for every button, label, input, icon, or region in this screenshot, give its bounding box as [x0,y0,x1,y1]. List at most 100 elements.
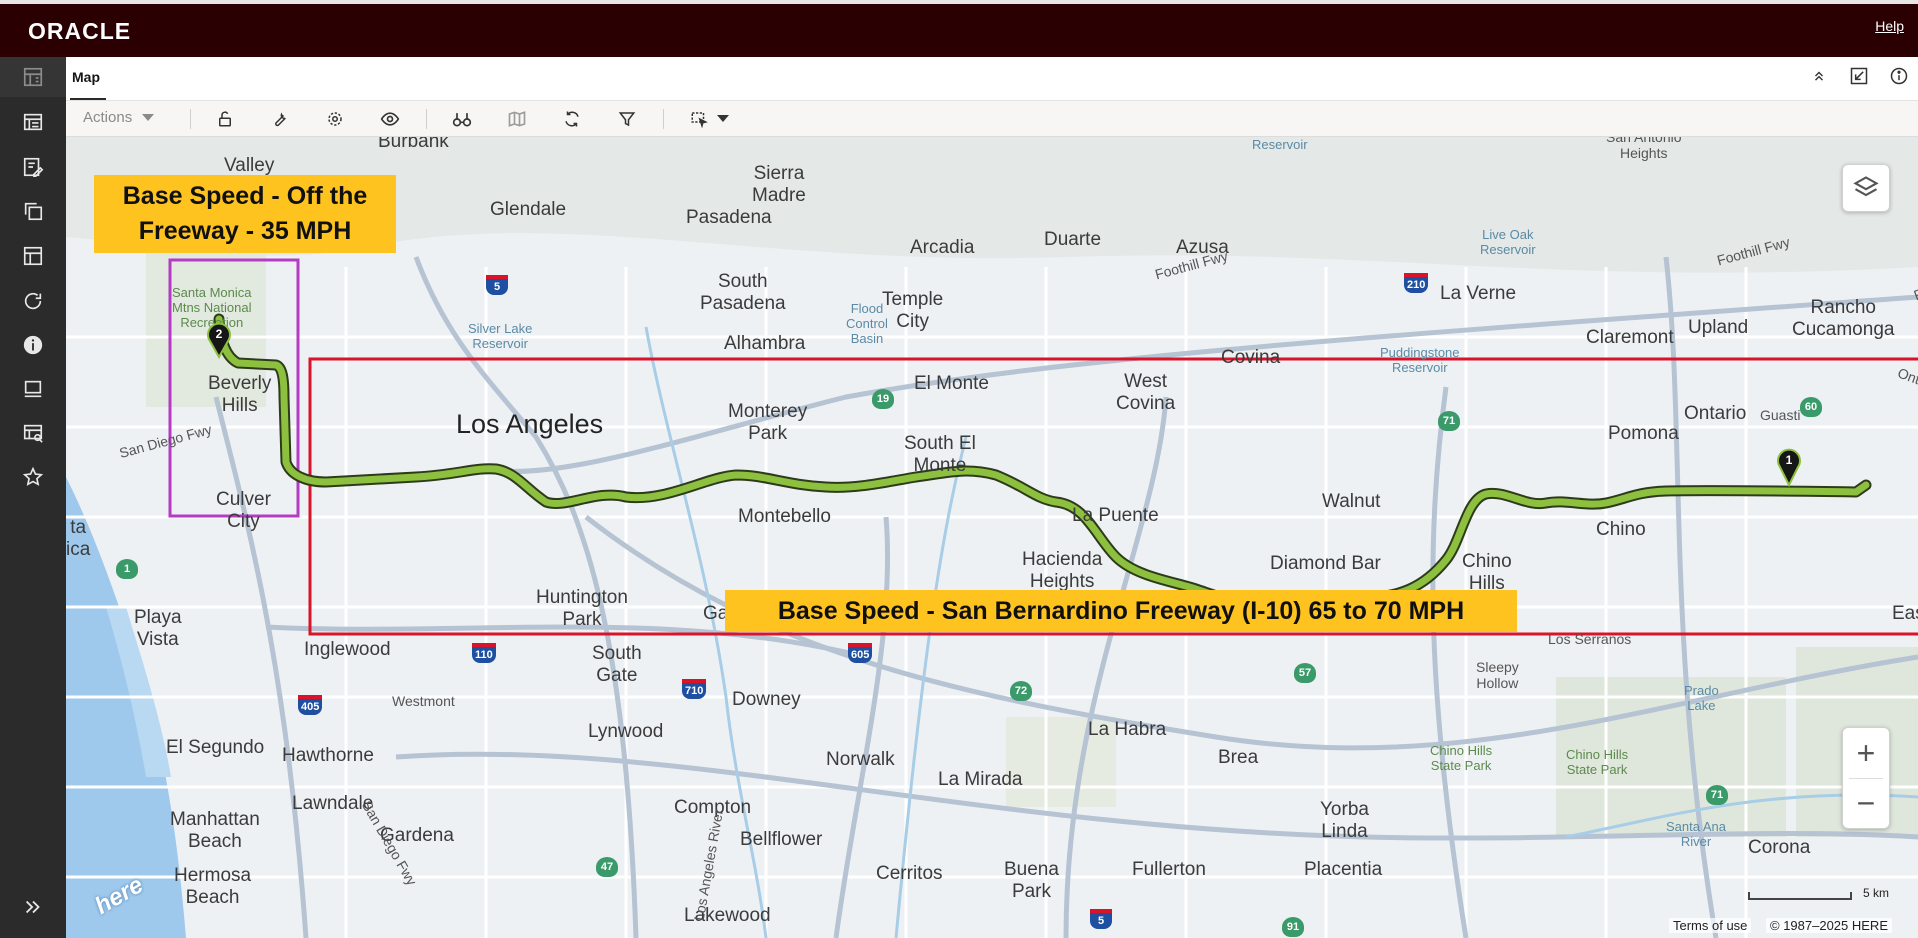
zoom-in-button[interactable]: + [1843,728,1889,778]
expand-rail-icon[interactable] [19,893,47,921]
place-label: Chino [1596,519,1646,540]
edit-document-icon[interactable] [19,153,47,181]
callout-off-freeway: Base Speed - Off the Freeway - 35 MPH [94,175,396,253]
place-label: Westmont [392,693,455,709]
callout-off-freeway-text: Base Speed - Off the Freeway - 35 MPH [122,182,368,245]
place-label: Hacienda Heights [1022,549,1103,592]
place-label: Chino Hills State Park [1430,743,1493,773]
highway-shield: 110 [472,643,496,663]
place-label: Playa Vista [134,607,182,650]
pop-out-icon[interactable] [1848,65,1870,87]
place-label: West Covina [1116,371,1176,414]
highway-shield: 91 [1282,917,1304,937]
place-label: Pasadena [686,207,772,228]
place-label: Prado Lake [1684,683,1719,713]
details-info-icon[interactable] [1888,65,1910,87]
place-label: La Habra [1088,719,1167,740]
scale-bar [1748,892,1852,900]
highway-shield: 47 [596,857,618,877]
place-label: Puddingstone Reservoir [1380,345,1460,375]
place-label: Los Angeles [456,409,604,439]
place-label: Glendale [490,199,567,220]
place-label: Santa Ana River [1666,819,1726,849]
place-label: South El Monte [904,433,976,476]
place-label: Monterey Park [728,401,808,444]
place-label: Flood Control Basin [846,301,888,346]
place-label: Rancho Cucamonga [1792,297,1895,340]
settings-gear-icon[interactable] [324,108,346,130]
place-label: Live Oak Reservoir [1480,227,1536,257]
toolbar-separator [663,109,664,129]
place-label: Chino Hills State Park [1566,747,1629,777]
highway-shield: 71 [1438,411,1460,431]
place-label: Guasti [1760,407,1801,423]
route-start-marker[interactable]: 1 [1774,445,1804,487]
route-end-marker[interactable]: 2 [204,319,234,359]
place-label: Yorba Linda [1320,799,1369,842]
place-label: Placentia [1304,859,1383,880]
wrench-icon[interactable] [269,108,291,130]
place-label: Duarte [1044,229,1102,250]
place-label: Buena Park [1004,859,1059,902]
highway-shield: 57 [1294,663,1316,683]
scale-label: 5 km [1863,886,1890,900]
terms-of-use-link[interactable]: Terms of use [1669,918,1752,933]
place-label: San Antonio Heights [1606,137,1682,161]
copy-icon[interactable] [19,197,47,225]
place-label: Corona [1748,837,1811,858]
highway-shield: 210 [1404,273,1429,293]
selection-box-icon[interactable] [688,108,710,130]
tab-underline [70,98,106,100]
eye-icon[interactable] [379,108,401,130]
place-label: Upland [1688,317,1749,338]
place-label: Sleepy Hollow [1476,659,1519,691]
filter-icon[interactable] [616,108,638,130]
highway-shield: 60 [1800,397,1822,417]
chevron-down-icon[interactable] [712,108,734,130]
place-label: Burbank [378,137,449,152]
search-report-icon[interactable] [19,419,47,447]
marker-start-label: 1 [1786,453,1793,467]
place-label: Fullerton [1132,859,1206,880]
place-label: Silver Lake Reservoir [468,321,533,351]
dashboard-icon[interactable] [19,63,47,91]
place-label: Eastvale [1892,603,1918,624]
zoom-out-button[interactable]: − [1843,778,1889,828]
highway-shield: 605 [848,643,873,663]
place-label: Manhattan Beach [170,809,260,852]
place-label: Montebello [738,506,831,527]
list-view-icon[interactable] [19,108,47,136]
actions-menu-button[interactable]: Actions [83,109,155,126]
collapse-up-icon[interactable] [1808,65,1830,87]
info-icon[interactable] [19,331,47,359]
help-link[interactable]: Help [1875,18,1904,34]
app-header: ORACLE Help [0,0,1918,57]
layers-button[interactable] [1842,164,1890,212]
star-icon[interactable] [19,463,47,491]
place-label: Beverly Hills [208,373,272,416]
place-label: Claremont [1586,327,1674,348]
unlock-icon[interactable] [214,108,236,130]
place-label: Sierra Madre [752,163,806,206]
binoculars-icon[interactable] [451,108,473,130]
actions-label: Actions [83,109,133,126]
place-label: Downey [732,689,801,710]
layout-icon[interactable] [19,242,47,270]
map-canvas[interactable]: Burbank Valley Sierra Madre Glendale Pasaden… [66,137,1918,938]
place-label: La Puente [1072,505,1159,526]
sync-icon[interactable] [561,108,583,130]
place-label: Alhambra [724,333,806,354]
toolbar-separator [426,109,427,129]
map-icon[interactable] [506,108,528,130]
tab-map[interactable]: Map [72,69,100,85]
callout-freeway: Base Speed - San Bernardino Freeway (I-1… [725,590,1517,632]
zoom-control: + − [1842,727,1890,829]
monitor-icon[interactable] [19,375,47,403]
place-label: El Monte [914,373,989,394]
place-label: El Segundo [166,737,265,758]
highway-shield: 5 [486,275,508,295]
highway-shield: 71 [1706,785,1728,805]
refresh-icon[interactable] [19,287,47,315]
place-label: Reservoir [1252,137,1308,152]
place-label: Temple City [882,289,944,332]
